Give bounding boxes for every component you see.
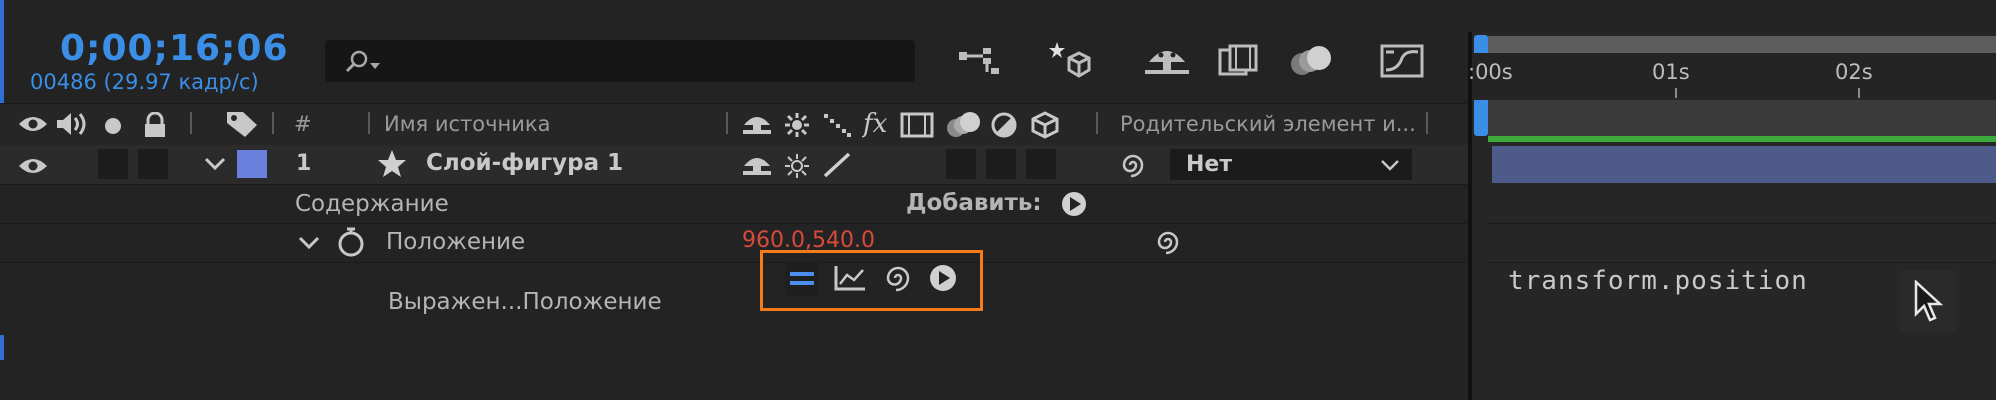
column-parent-header[interactable]: Родительский элемент и... <box>1120 112 1416 136</box>
3d-layer-icon[interactable] <box>1030 110 1060 140</box>
position-property-row[interactable]: Положение 960.0,540.0 <box>0 224 1468 263</box>
column-separator <box>1096 112 1098 134</box>
expression-code-text[interactable]: transform.position <box>1508 266 1808 296</box>
work-area-render-bar <box>1488 136 1996 142</box>
ruler-tick <box>1675 88 1677 98</box>
expression-language-menu-icon[interactable] <box>928 263 958 293</box>
shy-layers-icon[interactable] <box>1143 42 1191 82</box>
column-source-name-header[interactable]: Имя источника <box>384 112 550 136</box>
motion-blur-switch-icon[interactable] <box>946 110 982 140</box>
work-area-start-handle[interactable] <box>1474 35 1488 53</box>
timeline-row <box>1488 224 1996 263</box>
search-icon <box>343 50 383 74</box>
layer-3d-switch[interactable] <box>1026 149 1056 179</box>
column-separator <box>726 112 728 134</box>
equals-icon <box>790 271 814 287</box>
timeline-row <box>1488 185 1996 224</box>
layer-duration-bar[interactable] <box>1492 146 1996 183</box>
stopwatch-icon[interactable] <box>335 226 367 258</box>
parent-dropdown-value: Нет <box>1186 152 1233 177</box>
expression-label: Выражен...Положение <box>388 289 662 315</box>
contents-label: Содержание <box>295 191 449 217</box>
layer-quality-switch-icon[interactable] <box>822 151 852 179</box>
cursor-backdrop <box>1900 270 1956 332</box>
layer-color-label[interactable] <box>237 150 267 178</box>
layer-name[interactable]: Слой-фигура 1 <box>426 150 623 176</box>
collapse-transform-icon[interactable] <box>784 112 810 138</box>
ruler-label-00s: :00s <box>1468 60 1513 84</box>
parent-pickwhip-icon[interactable] <box>1117 152 1149 178</box>
time-ruler[interactable] <box>1472 53 1996 98</box>
chevron-down-icon[interactable] <box>298 236 320 250</box>
position-label: Положение <box>386 229 526 255</box>
work-area-bar[interactable] <box>1488 36 1996 53</box>
layer-number: 1 <box>296 151 312 176</box>
mouse-cursor-icon <box>1914 280 1948 324</box>
layer-solo-switch[interactable] <box>98 149 128 179</box>
search-input[interactable] <box>385 46 889 76</box>
draft-3d-icon[interactable] <box>1045 38 1093 82</box>
column-separator <box>190 112 192 134</box>
expression-row[interactable]: Выражен...Положение <box>0 263 1468 335</box>
svg-text:fx: fx <box>862 109 888 138</box>
layer-shy-switch-icon[interactable] <box>742 153 772 177</box>
composition-flowchart-icon[interactable] <box>955 42 1003 82</box>
graph-editor-icon[interactable] <box>1380 42 1424 80</box>
column-separator <box>368 112 370 134</box>
column-separator <box>1426 112 1428 134</box>
expression-pickwhip-icon[interactable] <box>881 264 915 292</box>
layer-adjustment-switch[interactable] <box>986 149 1016 179</box>
timeline-header-area <box>1488 100 1996 138</box>
column-separator <box>272 112 274 134</box>
ruler-tick <box>1858 88 1860 98</box>
ruler-label-01s: 01s <box>1652 60 1690 84</box>
chevron-down-icon <box>1380 159 1400 171</box>
frame-count-display: 00486 (29.97 кадр/с) <box>30 70 259 94</box>
layer-lock-switch[interactable] <box>138 149 168 179</box>
add-menu-play-icon[interactable] <box>1060 190 1088 218</box>
solo-dot-icon[interactable] <box>103 116 123 136</box>
quality-icon[interactable] <box>822 112 852 138</box>
motion-blur-icon[interactable] <box>1288 42 1336 80</box>
audio-speaker-icon[interactable] <box>55 112 89 136</box>
search-field[interactable] <box>325 40 915 82</box>
current-time-indicator[interactable] <box>1474 100 1488 136</box>
shy-switch-icon[interactable] <box>742 112 772 136</box>
expression-graph-icon[interactable] <box>833 264 867 292</box>
ruler-label-02s: 02s <box>1835 60 1873 84</box>
column-number-header[interactable]: # <box>294 112 312 136</box>
chevron-down-icon[interactable] <box>204 157 226 171</box>
parent-dropdown[interactable]: Нет <box>1170 149 1412 180</box>
expression-enable-toggle[interactable] <box>785 262 819 296</box>
video-eye-icon[interactable] <box>18 114 48 134</box>
shape-layer-star-icon <box>376 149 408 179</box>
label-tag-icon[interactable] <box>225 110 259 138</box>
lock-icon[interactable] <box>142 112 168 138</box>
layer-row[interactable]: 1 Слой-фигура 1 Нет <box>0 145 1468 185</box>
current-time-display[interactable]: 0;00;16;06 <box>60 28 289 69</box>
add-label: Добавить: <box>906 190 1042 216</box>
adjustment-layer-icon[interactable] <box>990 112 1018 138</box>
effects-fx-icon[interactable]: fx <box>862 108 894 138</box>
frame-blending-icon[interactable] <box>1218 44 1262 80</box>
position-pickwhip-icon[interactable] <box>1152 229 1184 255</box>
contents-row[interactable]: Содержание Добавить: <box>0 185 1468 224</box>
frame-blend-switch-icon[interactable] <box>900 112 934 138</box>
layer-visibility-eye-icon[interactable] <box>18 156 48 176</box>
layer-motion-blur-switch[interactable] <box>946 149 976 179</box>
layer-collapse-switch-icon[interactable] <box>784 153 810 179</box>
